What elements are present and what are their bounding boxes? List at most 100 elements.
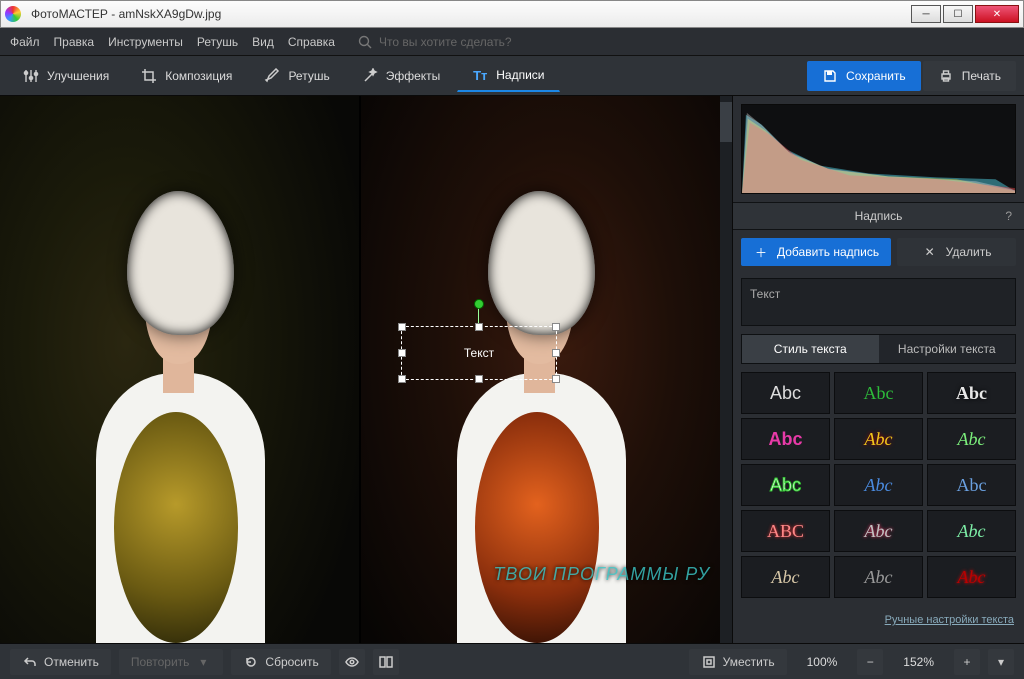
resize-handle[interactable] [475, 323, 483, 331]
menu-help[interactable]: Справка [288, 35, 335, 49]
caption-text-input[interactable]: Текст [741, 278, 1016, 326]
tab-text-style[interactable]: Стиль текста [742, 335, 879, 363]
menu-tools[interactable]: Инструменты [108, 35, 183, 49]
save-button[interactable]: Сохранить [807, 61, 921, 91]
toolbar: Улучшения Композиция Ретушь Эффекты Tт Н… [0, 56, 1024, 96]
text-style-preset[interactable]: Abc [741, 464, 830, 506]
canvas-scrollbar[interactable] [720, 96, 732, 643]
print-icon [938, 68, 954, 84]
undo-button[interactable]: Отменить [10, 649, 111, 675]
tab-text-settings[interactable]: Настройки текста [879, 335, 1016, 363]
text-style-preset[interactable]: Abc [741, 556, 830, 598]
main-area: Текст ТВОИ ПРОГРАММЫ РУ [0, 96, 1024, 643]
menu-view[interactable]: Вид [252, 35, 274, 49]
print-button[interactable]: Печать [923, 61, 1016, 91]
tab-captions-label: Надписи [496, 68, 544, 82]
text-style-preset[interactable]: Abc [741, 372, 830, 414]
menubar: Файл Правка Инструменты Ретушь Вид Справ… [0, 28, 1024, 56]
plus-icon: ＋ [753, 244, 769, 260]
save-label: Сохранить [846, 69, 906, 83]
window-title: ФотоМАСТЕР - amNskXA9gDw.jpg [27, 7, 909, 21]
undo-label: Отменить [44, 655, 99, 669]
text-style-preset[interactable]: Abc [927, 556, 1016, 598]
resize-handle[interactable] [552, 323, 560, 331]
delete-caption-label: Удалить [946, 245, 992, 259]
text-overlay-box[interactable]: Текст [401, 326, 557, 380]
bottom-bar: Отменить Повторить ▾ Сбросить Уместить 1… [0, 643, 1024, 679]
text-style-preset[interactable]: Abc [741, 418, 830, 460]
tab-retouch-label: Ретушь [288, 69, 329, 83]
rotate-handle[interactable] [474, 299, 484, 309]
tab-improve-label: Улучшения [47, 69, 109, 83]
sliders-icon [23, 68, 39, 84]
canvas[interactable]: Текст ТВОИ ПРОГРАММЫ РУ [0, 96, 720, 643]
tab-effects[interactable]: Эффекты [347, 60, 456, 92]
crop-icon [141, 68, 157, 84]
text-style-preset[interactable]: Abc [927, 510, 1016, 552]
print-label: Печать [962, 69, 1001, 83]
fit-button[interactable]: Уместить [689, 649, 787, 675]
window-minimize-button[interactable]: ─ [911, 5, 941, 23]
resize-handle[interactable] [475, 375, 483, 383]
delete-caption-button[interactable]: ✕ Удалить [897, 238, 1016, 266]
search-icon [357, 34, 373, 50]
text-style-preset[interactable]: Abc [834, 510, 923, 552]
caption-tabs: Стиль текста Настройки текста [741, 334, 1016, 364]
panel-section-title: Надпись ? [733, 202, 1024, 230]
reset-button[interactable]: Сбросить [231, 649, 330, 675]
compare-button[interactable] [373, 649, 399, 675]
text-style-preset[interactable]: Abc [927, 372, 1016, 414]
reset-label: Сбросить [265, 655, 318, 669]
text-styles-grid: AbcAbcAbcAbcAbcAbcAbcAbcAbcABCAbcAbcAbcA… [741, 372, 1016, 598]
tab-improve[interactable]: Улучшения [8, 60, 124, 92]
menu-file[interactable]: Файл [10, 35, 40, 49]
manual-text-settings-link[interactable]: Ручные настройки текста [885, 614, 1014, 626]
fit-label: Уместить [723, 655, 775, 669]
tab-retouch[interactable]: Ретушь [249, 60, 344, 92]
help-icon[interactable]: ? [1005, 209, 1012, 223]
add-caption-button[interactable]: ＋ Добавить надпись [741, 238, 891, 266]
menu-edit[interactable]: Правка [54, 35, 95, 49]
right-panel: Надпись ? ＋ Добавить надпись ✕ Удалить Т… [732, 96, 1024, 643]
resize-handle[interactable] [552, 375, 560, 383]
brush-icon [264, 68, 280, 84]
text-icon: Tт [472, 67, 488, 83]
panel-footer: Ручные настройки текста [733, 606, 1024, 632]
toggle-preview-button[interactable] [339, 649, 365, 675]
fit-icon [701, 654, 717, 670]
tab-composition[interactable]: Композиция [126, 60, 247, 92]
text-style-preset[interactable]: Abc [834, 556, 923, 598]
after-image: Текст [361, 96, 720, 643]
menu-retouch[interactable]: Ретушь [197, 35, 238, 49]
resize-handle[interactable] [398, 323, 406, 331]
zoom-100-label[interactable]: 100% [795, 655, 850, 669]
window-close-button[interactable]: ✕ [975, 5, 1019, 23]
text-style-preset[interactable]: Abc [834, 372, 923, 414]
tab-effects-label: Эффекты [386, 69, 441, 83]
panel-section-label: Надпись [855, 209, 903, 223]
zoom-dropdown-button[interactable]: ▾ [988, 649, 1014, 675]
before-image [0, 96, 359, 643]
redo-button[interactable]: Повторить ▾ [119, 649, 224, 675]
resize-handle[interactable] [398, 375, 406, 383]
chevron-down-icon: ▾ [195, 654, 211, 670]
zoom-in-button[interactable]: + [954, 649, 980, 675]
resize-handle[interactable] [552, 349, 560, 357]
window-titlebar: ФотоМАСТЕР - amNskXA9gDw.jpg ─ ☐ ✕ [0, 0, 1024, 28]
text-style-preset[interactable]: Abc [927, 418, 1016, 460]
tab-composition-label: Композиция [165, 69, 232, 83]
wand-icon [362, 68, 378, 84]
zoom-current-label: 152% [891, 655, 946, 669]
save-icon [822, 68, 838, 84]
search-input[interactable] [379, 35, 579, 49]
close-icon: ✕ [922, 244, 938, 260]
text-style-preset[interactable]: Abc [927, 464, 1016, 506]
tab-captions[interactable]: Tт Надписи [457, 60, 559, 92]
text-style-preset[interactable]: ABC [741, 510, 830, 552]
resize-handle[interactable] [398, 349, 406, 357]
text-style-preset[interactable]: Abc [834, 418, 923, 460]
add-caption-label: Добавить надпись [777, 245, 879, 259]
window-maximize-button[interactable]: ☐ [943, 5, 973, 23]
zoom-out-button[interactable]: − [857, 649, 883, 675]
text-style-preset[interactable]: Abc [834, 464, 923, 506]
